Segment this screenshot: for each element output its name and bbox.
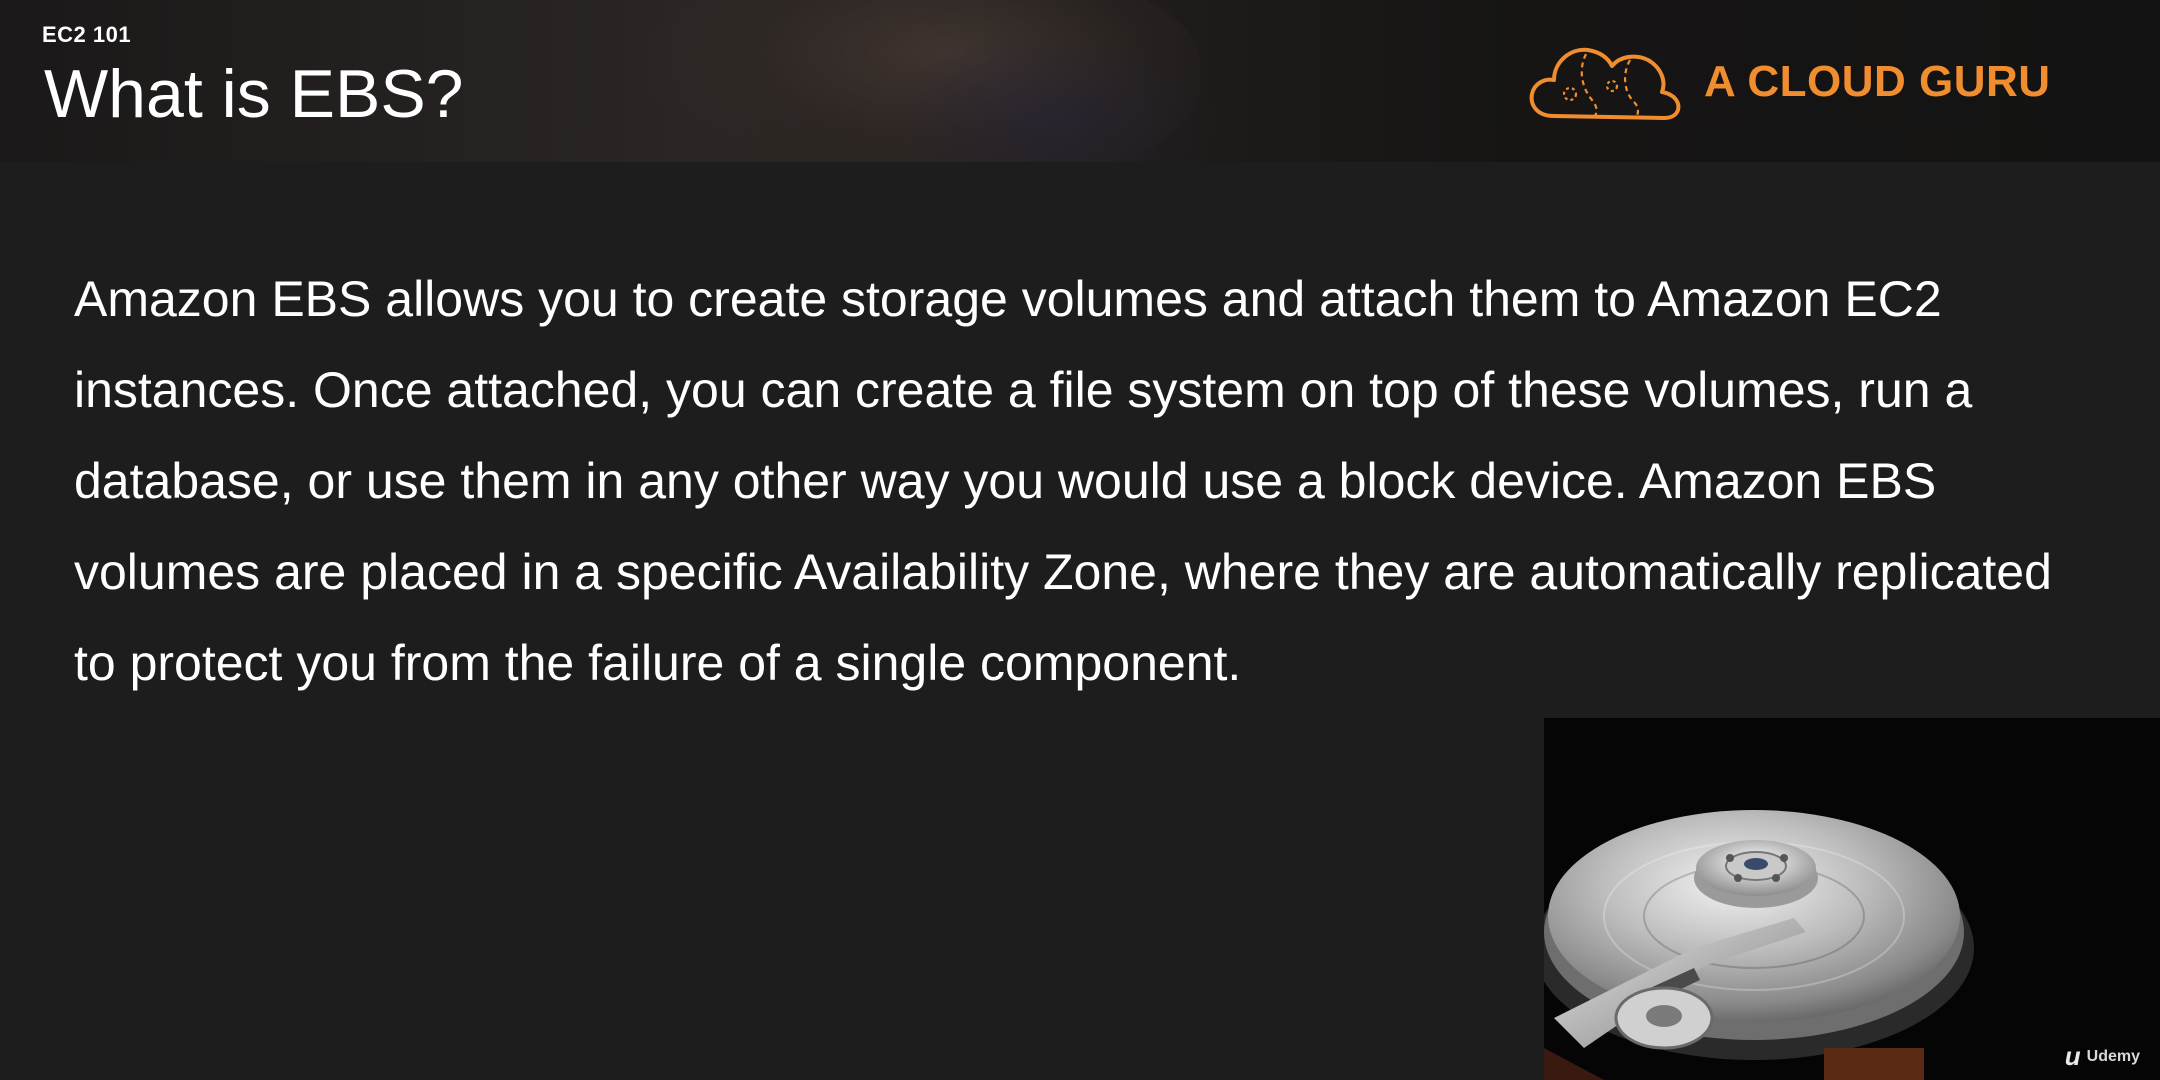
slide: EC2 101 What is EBS? A CLOUD GURU Amazon…	[0, 0, 2160, 1080]
udemy-watermark: u Udemy	[2065, 1041, 2140, 1072]
udemy-logo-icon: u	[2064, 1041, 2081, 1071]
hard-drive-image	[1544, 718, 2160, 1080]
brand-name: A CLOUD GURU	[1704, 57, 2051, 106]
body-paragraph: Amazon EBS allows you to create storage …	[74, 271, 2052, 691]
section-label: EC2 101	[42, 22, 132, 47]
page-title: What is EBS?	[44, 56, 464, 132]
hard-drive-illustration	[1544, 718, 2160, 1080]
cloud-logo-icon	[1529, 47, 1681, 120]
udemy-label: Udemy	[2086, 1047, 2140, 1065]
brand-logo: A CLOUD GURU	[1526, 40, 2051, 124]
slide-header: EC2 101 What is EBS? A CLOUD GURU	[0, 0, 2160, 162]
